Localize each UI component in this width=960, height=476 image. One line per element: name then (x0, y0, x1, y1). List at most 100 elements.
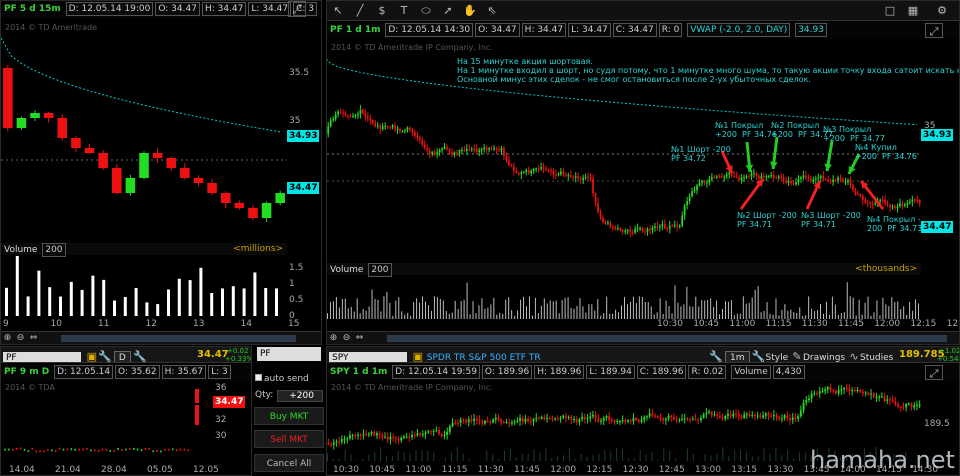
main-pan-icon[interactable]: ⇔ (353, 332, 366, 344)
spy-interval-button[interactable]: 1m (725, 351, 750, 362)
spy-candle (524, 418, 527, 422)
main-volume-bar (796, 312, 798, 319)
pointer-tool-icon[interactable]: ⇖ (481, 1, 503, 21)
main-volume-bar (362, 309, 364, 319)
left-volume-bar (156, 304, 160, 316)
grid-layout-icon[interactable]: ▦ (902, 1, 924, 21)
line-tool-icon[interactable]: ╱ (349, 1, 371, 21)
left-last-tag: 34.47 (287, 182, 320, 194)
spy-link-icon[interactable]: ▣ (412, 347, 424, 362)
auto-send-checkbox[interactable]: auto send (255, 374, 309, 384)
left-price-chart[interactable] (1, 18, 287, 240)
zoom-out-icon[interactable]: ⊖ (14, 332, 27, 344)
hand-tool-icon[interactable]: ✋ (459, 1, 481, 21)
spy-candle (357, 434, 359, 436)
main-candle (490, 148, 493, 150)
main-candle (614, 227, 617, 229)
main-candle (762, 176, 765, 178)
spy-candle (845, 387, 848, 389)
main-candle (772, 175, 775, 178)
spy-candle (694, 418, 697, 420)
main-candle (641, 228, 644, 232)
main-volume-bar (383, 296, 385, 319)
spy-candle (853, 389, 856, 391)
sell-market-button[interactable]: Sell MKT (254, 430, 324, 448)
main-candle (795, 182, 797, 185)
main-candle (604, 222, 607, 224)
main-scroll-thumb[interactable] (387, 335, 947, 342)
main-volume-bar (600, 315, 602, 319)
main-chart-pane[interactable]: ↖ ╱ $ T ⬭ ➚ ✋ ⇖ □ ▦ ⚙ PF 1 d 1m D: 12.05.14 14:30… (326, 0, 960, 345)
main-candle (448, 148, 451, 153)
left-chart-pane[interactable]: PF 5 d 15m D: 12.05.14 19:00 O: 34.47 H: 3… (0, 0, 322, 345)
main-expand-icon[interactable]: ⤢ (925, 23, 943, 38)
small-style-icon[interactable]: 🔧 (133, 347, 147, 362)
period-button[interactable]: D (113, 351, 131, 362)
left-scrollbar[interactable]: ⊕ ⊖ ⇔ (1, 331, 321, 344)
gear-icon[interactable]: ⚙ (931, 1, 953, 21)
main-zoom-out-icon[interactable]: ⊖ (340, 332, 353, 344)
link-icon[interactable]: ▣ (86, 347, 98, 362)
main-candle (530, 171, 533, 174)
main-candle (552, 171, 555, 175)
spy-x-tick: 12:30 (622, 465, 649, 475)
cancel-all-button[interactable]: Cancel All (254, 454, 324, 472)
order-symbol[interactable]: PF (257, 347, 321, 361)
drawings-button[interactable]: Drawings (803, 353, 845, 362)
main-candle (401, 131, 404, 133)
spy-expand-icon[interactable]: ⤢ (925, 365, 943, 380)
text-tool-icon[interactable]: T (393, 1, 415, 21)
left-scroll-thumb[interactable] (61, 335, 296, 342)
spy-candle (562, 415, 565, 418)
main-candle (510, 165, 513, 167)
left-volume-bar (210, 293, 214, 316)
pan-icon[interactable]: ⇔ (27, 332, 40, 344)
small-chart-title[interactable]: PF 9 m D (4, 367, 49, 377)
left-expand-icon[interactable]: ⤢ (288, 1, 306, 17)
buy-market-button[interactable]: Buy MKT (254, 407, 324, 425)
left-chart-title[interactable]: PF 5 d 15m (4, 4, 61, 14)
left-low: L: 34.47 (248, 2, 292, 16)
spy-style-icon[interactable]: 🔧 (752, 347, 766, 362)
spy-tick-1895: 189.5 (924, 419, 950, 429)
main-candle (488, 148, 490, 150)
main-candle (621, 229, 624, 232)
spy-chart-title[interactable]: SPY 1 d 1m (330, 367, 387, 377)
zoom-in-icon[interactable]: ⊕ (1, 332, 14, 344)
small-symbol-input[interactable]: PF (3, 352, 81, 362)
arrow-tool-icon[interactable]: ➚ (437, 1, 459, 21)
qty-input[interactable]: +200 (277, 390, 323, 402)
spy-candle (662, 418, 665, 421)
main-chart-title[interactable]: PF 1 d 1m (330, 25, 381, 35)
spy-wrench-icon[interactable]: 🔧 (709, 347, 723, 362)
spy-style-button[interactable]: Style (766, 353, 789, 362)
spy-candle (403, 436, 405, 438)
small-chart-pane[interactable]: PF ▣🔧 D 🔧 34.47 +0.02 +0.33% PF 9 m D D: 1… (0, 346, 252, 476)
main-candle (433, 152, 436, 155)
main-candle (839, 177, 842, 180)
main-volume-bar (478, 305, 480, 319)
spy-volume-bar (651, 451, 653, 461)
studies-button[interactable]: Studies (860, 353, 893, 362)
studies-icon[interactable]: ∿ (848, 347, 860, 362)
spy-volume-bar (663, 447, 665, 461)
spy-candle (497, 417, 500, 420)
main-volume-bar (603, 313, 605, 319)
main-candle (797, 178, 800, 183)
spy-candle (527, 418, 530, 422)
vwap-study-label[interactable]: VWAP (-2.0, 2.0, DAY) (687, 23, 791, 37)
main-candle (386, 126, 389, 128)
maximize-icon[interactable]: □ (879, 1, 901, 21)
left-vwap-line (1, 37, 282, 133)
price-level-icon[interactable]: $ (371, 1, 393, 21)
cursor-icon[interactable]: ↖ (327, 1, 349, 21)
main-scrollbar[interactable]: ⊕ ⊖ ⇔ (327, 331, 959, 344)
checkbox-icon[interactable] (255, 374, 262, 381)
main-zoom-in-icon[interactable]: ⊕ (327, 332, 340, 344)
spy-symbol-input[interactable]: SPY (329, 352, 407, 362)
wrench-icon[interactable]: 🔧 (98, 347, 112, 362)
small-price-chart[interactable] (1, 383, 213, 461)
spy-volume-bar (568, 448, 570, 461)
ellipse-tool-icon[interactable]: ⬭ (415, 1, 437, 21)
drawings-icon[interactable]: ✎ (791, 347, 803, 362)
